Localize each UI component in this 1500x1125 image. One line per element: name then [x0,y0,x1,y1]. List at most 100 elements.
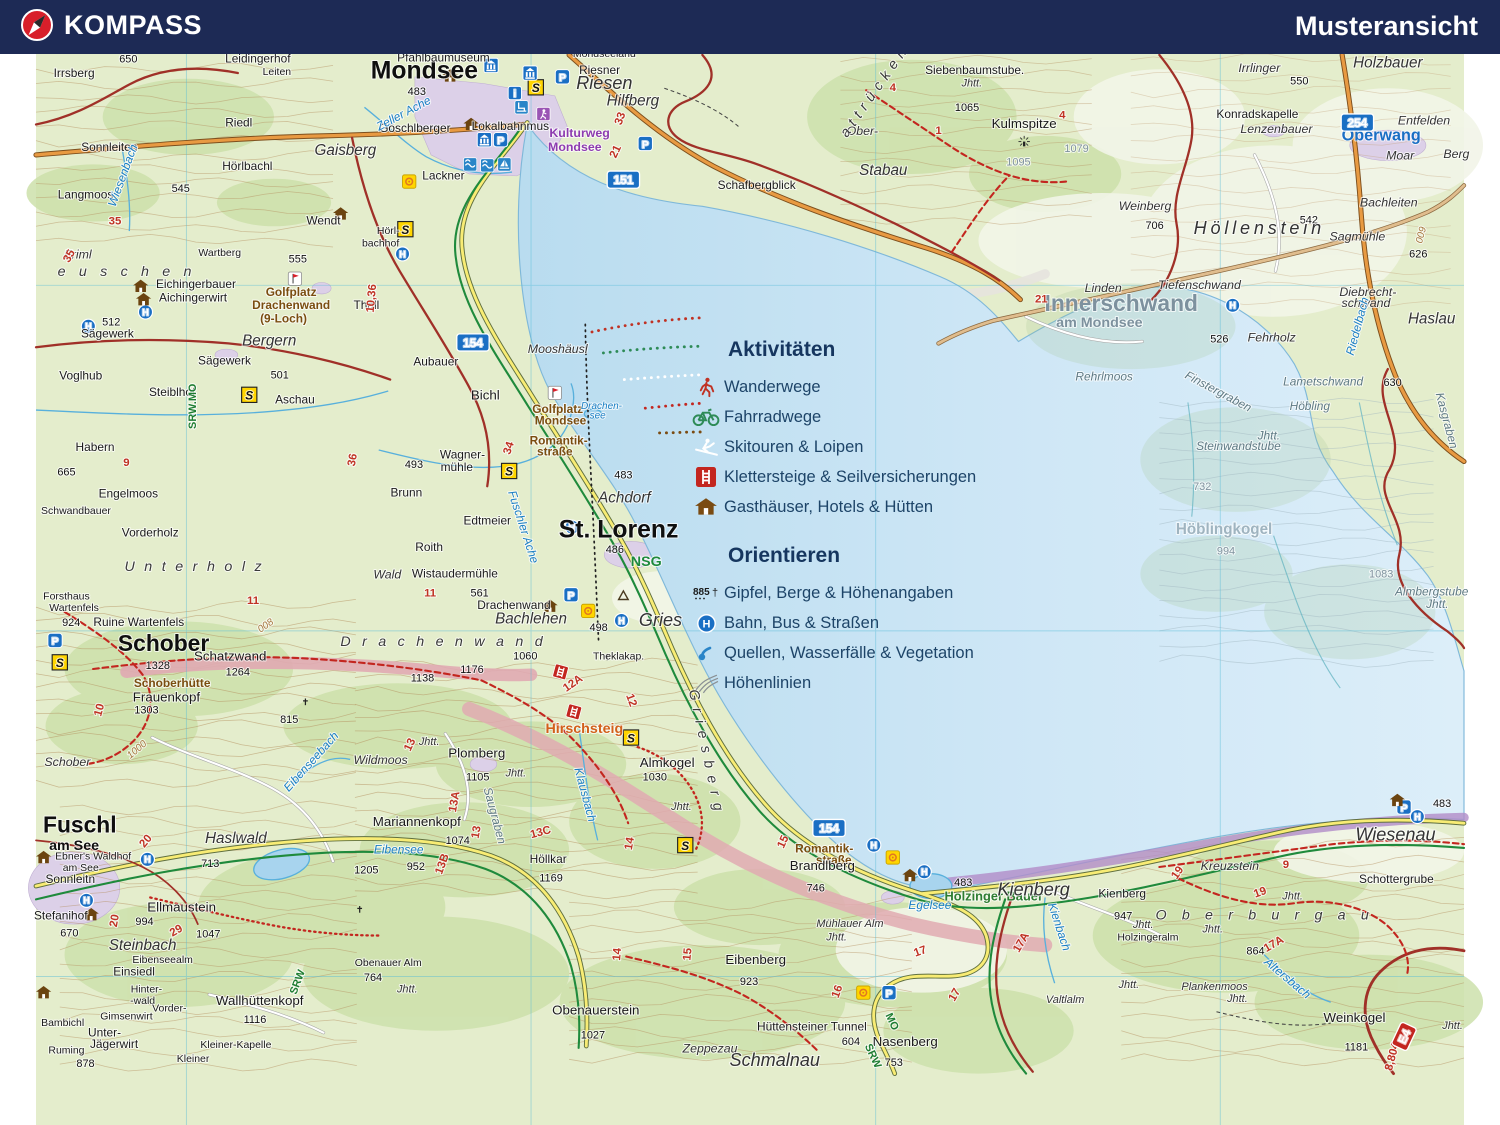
map-label: 1181 [1345,1042,1369,1054]
map-label: Kulturweg [549,126,609,140]
legend-orientation-title: Orientieren [728,544,841,567]
map-label: Jhtt. [670,801,692,813]
map-label: 746 [807,883,825,895]
map-label: 952 [407,861,425,873]
map-label: (9-Loch) [260,311,307,325]
sbahn-icon: S [397,220,414,238]
sbahn-icon: S [51,654,68,671]
map-label: Wendt [306,213,341,227]
map-label: 13 [470,825,484,840]
map-label: Entfelden [1398,113,1450,127]
sbahn-icon: S [500,462,518,480]
map-label: Stefanihof [34,908,88,922]
map-label: Riedl [225,115,252,129]
legend-item: Quellen, Wasserfälle & Vegetation [688,638,1018,668]
map-label: Kleiner [177,1054,210,1065]
map-label: Drachenwand [340,634,554,650]
map-label: Moar [1386,149,1415,163]
map-label: 493 [405,459,423,471]
svg-text:H: H [142,307,149,317]
map-label: Golfplatz [266,285,317,299]
map-label: Riesen [576,73,632,93]
map-label: 9 [123,457,129,469]
map-label: 923 [740,976,758,988]
map-label: Sonnleitn [45,872,95,886]
map-label: 1176 [460,664,484,676]
map-label: Stabau [859,162,908,179]
map-label: Valtlalm [1046,994,1084,1006]
kompass-map-sample: { "header": {"brand": "KOMPASS", "title"… [0,0,1500,1125]
map-label: Achdorf [597,489,652,506]
map-label: Mondseeland [573,54,636,60]
map-label: Lametschwand [1283,374,1363,388]
map-label: 486 [606,544,624,556]
svg-text:H: H [618,616,625,626]
map-label: Plomberg [448,746,505,761]
road-shield: 254 [1340,113,1375,132]
bus-stop-icon: H [1225,297,1241,313]
svg-text:P: P [52,637,59,648]
map-label: Hinter- [131,985,163,996]
map-label: 753 [885,1057,903,1069]
map-label: Mondsee [535,413,587,427]
map-label: Lackner [422,169,464,183]
map-label: 670 [60,928,78,940]
peak-icon: 885 † [688,583,724,603]
map-label: Höblingkogel [1176,521,1272,538]
map-label: mühle [441,460,474,474]
map-label: 20 [108,913,122,928]
map-label: 35 [109,215,122,227]
map-label: Steinwandstube [1196,439,1281,453]
map-label: Innerschwand [1045,290,1199,316]
map-label: 924 [62,617,80,629]
map-label: Jhtt. [1132,919,1154,931]
spring-icon [688,643,724,663]
map-label: Jhtt. [504,768,526,780]
map-label: 483 [954,877,972,889]
map-label: Höllenstein [1194,218,1325,238]
map-label: Hüttensteiner Tunnel [757,1020,867,1034]
svg-text:154: 154 [463,336,483,350]
map-label: 1303 [134,705,158,717]
svg-text:154: 154 [819,821,839,835]
map-label: Mariannenkopf [373,814,461,829]
map-label: 650 [119,54,137,66]
map-label: 604 [842,1036,860,1048]
map-label: Pfahlbaumuseum [397,54,490,65]
map-label: Wiesenau [1355,824,1435,844]
map-label: Fuschl [43,812,117,838]
legend-item-label: Skitouren & Loipen [724,437,864,456]
svg-text:P: P [568,591,575,602]
map-label: 11 [247,595,260,607]
sbahn-icon: S [241,386,258,404]
map-label: Nasenberg [873,1034,938,1049]
map-label: Höllkar [530,852,567,866]
map-label: 545 [172,183,190,195]
map-label: Jhtt. [396,984,418,996]
map-label: Eichingerbauer [156,277,236,291]
map-label: Jhtt. [825,931,847,943]
playground-icon [885,850,900,865]
map-label: Hörlbachl [222,159,272,173]
map-label: 14 [611,947,624,961]
map-label: 706 [1145,220,1163,232]
svg-text:H: H [83,896,90,906]
bus-icon: H [688,613,724,634]
svg-text:S: S [627,731,635,745]
map-label: 713 [201,858,219,870]
map-label: Konradskapelle [1216,107,1298,121]
map-label: Bachlehen [495,610,567,627]
map-label: Sagmühle [1330,230,1386,244]
kompass-logo: KOMPASS [20,8,202,42]
map-legend: Aktivitäten Wanderwege Fahrradwege Skitour… [688,338,1018,698]
road-shield: 154 [812,818,846,838]
map-label: Haslau [1408,310,1456,327]
map-label: Brunn [390,486,422,500]
svg-text:885: 885 [693,587,710,598]
map-label: 1027 [581,1029,605,1041]
map-label: see [590,411,607,422]
map-label: 947 [1114,910,1132,922]
parking-icon: P [492,132,509,148]
legend-item-label: Fahrradwege [724,407,822,426]
svg-text:S: S [56,656,64,670]
